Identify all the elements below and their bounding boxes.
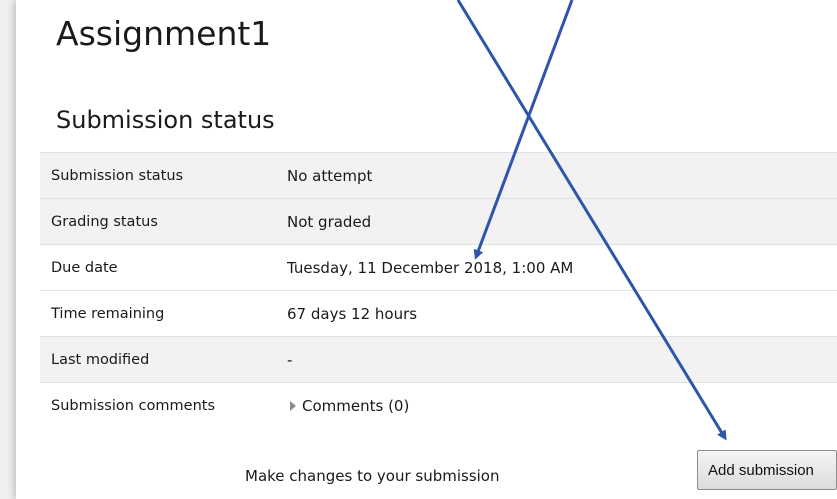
- row-value: Not graded: [287, 212, 372, 231]
- comments-link-label: Comments (0): [302, 396, 410, 415]
- row-label: Time remaining: [51, 305, 165, 322]
- row-value: 67 days 12 hours: [287, 304, 418, 323]
- expand-triangle-icon: [290, 400, 296, 411]
- submission-status-table: Submission status No attempt Grading sta…: [40, 152, 837, 429]
- section-title: Submission status: [56, 106, 275, 134]
- row-value: -: [287, 350, 293, 369]
- row-value: Tuesday, 11 December 2018, 1:00 AM: [287, 258, 574, 277]
- table-row-grading-status: Grading status Not graded: [40, 198, 837, 245]
- table-row-submission-status: Submission status No attempt: [40, 152, 837, 199]
- table-row-time-remaining: Time remaining 67 days 12 hours: [40, 290, 837, 337]
- table-row-submission-comments: Submission comments Comments (0): [40, 382, 837, 429]
- comments-toggle[interactable]: Comments (0): [290, 397, 409, 415]
- page-title: Assignment1: [56, 14, 272, 53]
- row-label: Due date: [51, 259, 118, 276]
- row-label: Grading status: [51, 213, 158, 230]
- row-label: Submission status: [51, 167, 184, 184]
- row-label: Submission comments: [51, 397, 216, 414]
- row-value: No attempt: [287, 166, 373, 185]
- make-changes-text: Make changes to your submission: [245, 467, 500, 485]
- row-label: Last modified: [51, 351, 150, 368]
- table-row-last-modified: Last modified -: [40, 336, 837, 383]
- row-value: Comments (0): [287, 383, 837, 429]
- table-row-due-date: Due date Tuesday, 11 December 2018, 1:00…: [40, 244, 837, 291]
- add-submission-button[interactable]: Add submission: [697, 450, 837, 490]
